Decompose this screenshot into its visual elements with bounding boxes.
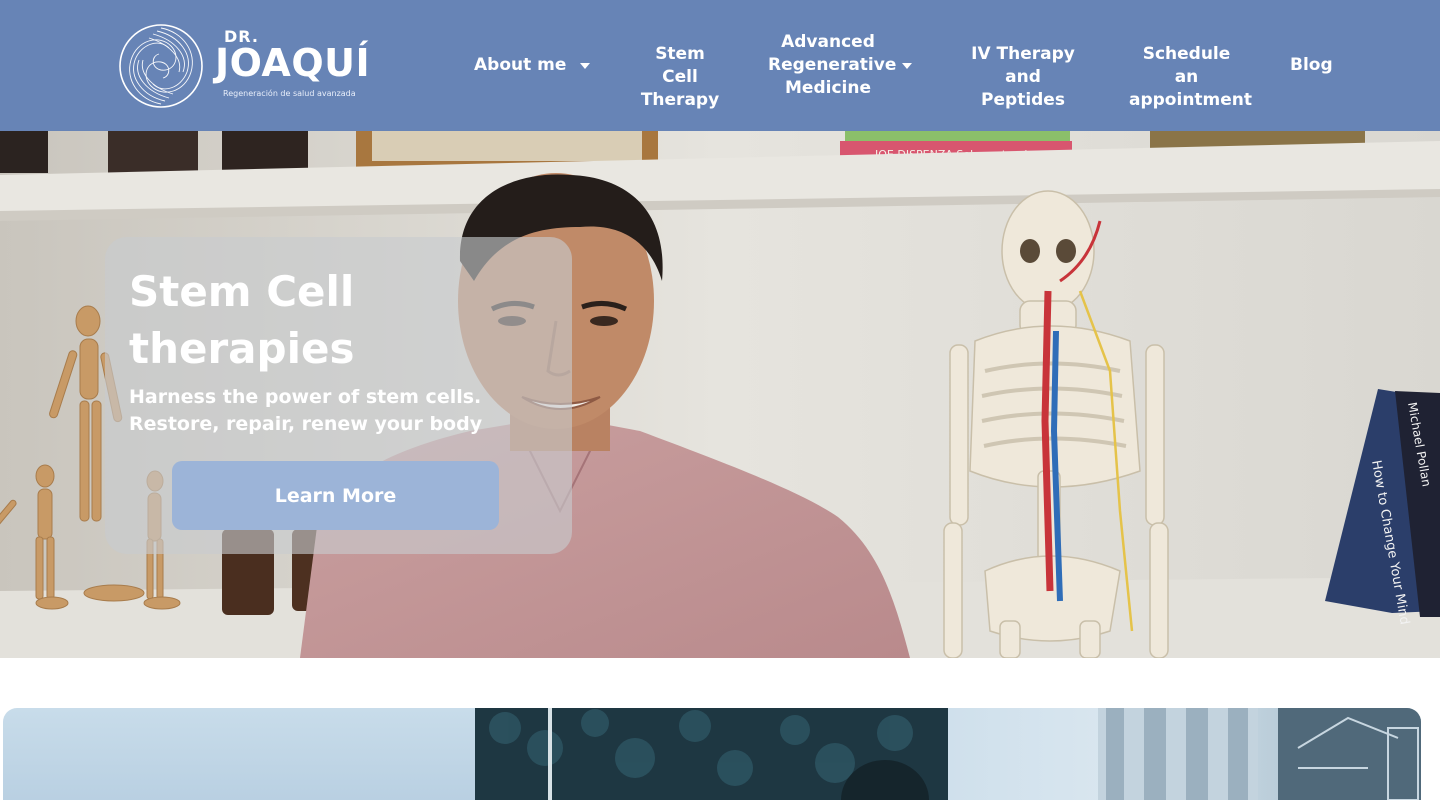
gallery-image-architecture[interactable]	[948, 708, 1421, 800]
logo-tagline: Regeneración de salud avanzada	[223, 89, 356, 98]
nav-item-blog[interactable]: Blog	[1290, 54, 1333, 77]
nav-label: Schedule an appointment	[1129, 44, 1253, 110]
gallery-image-architecture-art	[1098, 708, 1421, 800]
nav-item-iv-therapy-and-peptides[interactable]: IV Therapy and Peptides	[964, 43, 1082, 112]
nav-item-about-me[interactable]: About me	[474, 54, 591, 77]
hero-card: Stem Cell therapies Harness the power of…	[105, 237, 572, 554]
hero-banner: JOE DISPENZA Sobrenatural	[0, 131, 1440, 658]
nav-label: About me	[474, 55, 567, 75]
nav-item-advanced-regenerative-medicine[interactable]: Advanced Regenerative Medicine	[768, 31, 912, 100]
gallery-image-portrait[interactable]	[475, 708, 948, 800]
hero-title: Stem Cell therapies	[129, 267, 355, 373]
chevron-down-icon	[902, 62, 912, 69]
nav-label: Blog	[1290, 55, 1333, 75]
spiral-logo-icon	[119, 24, 203, 108]
nav-label: IV Therapy and Peptides	[971, 44, 1075, 110]
nav-label: Advanced Regenerative Medicine	[768, 32, 897, 98]
learn-more-label: Learn More	[274, 484, 397, 507]
learn-more-button[interactable]: Learn More	[172, 461, 499, 530]
site-header: DR. JOAQUÍ Regeneración de salud avanzad…	[0, 0, 1440, 131]
chevron-down-icon	[580, 62, 591, 69]
logo-name: JOAQUÍ	[215, 41, 371, 85]
nav-item-schedule-appointment[interactable]: Schedule an appointment	[1129, 43, 1253, 112]
hero-subtitle: Harness the power of stem cells. Restore…	[129, 386, 483, 435]
nav-item-stem-cell-therapy[interactable]: Stem Cell Therapy	[637, 43, 723, 112]
image-gallery	[3, 708, 1421, 800]
gallery-image-sky[interactable]	[3, 708, 475, 800]
gallery-image-portrait-art	[475, 708, 948, 800]
site-logo[interactable]: DR. JOAQUÍ Regeneración de salud avanzad…	[117, 22, 371, 110]
nav-label: Stem Cell Therapy	[640, 44, 720, 110]
